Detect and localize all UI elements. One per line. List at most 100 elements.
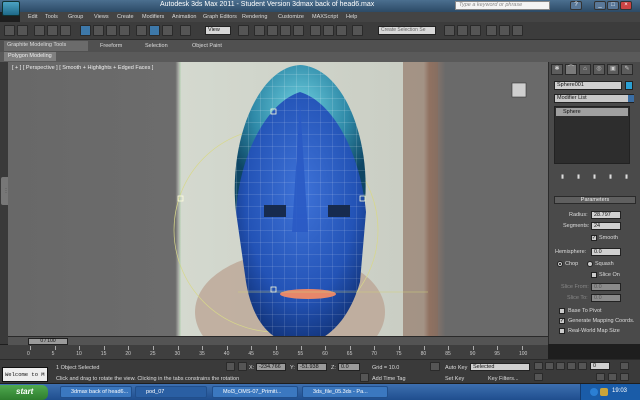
- curve-editor-icon[interactable]: [444, 25, 455, 36]
- smooth-checkbox[interactable]: ✓: [591, 235, 597, 241]
- link-icon[interactable]: [34, 25, 45, 36]
- generate-mapping-checkbox[interactable]: ✓: [559, 318, 565, 324]
- menu-modifiers[interactable]: Modifiers: [142, 14, 164, 20]
- orbit-icon[interactable]: [620, 373, 629, 381]
- maxscript-listener-input[interactable]: Welcome to M: [2, 367, 48, 382]
- select-by-name-icon[interactable]: [93, 25, 104, 36]
- absolute-mode-icon[interactable]: [238, 362, 247, 371]
- hemisphere-input[interactable]: 0.0: [591, 248, 621, 256]
- menu-help[interactable]: Help: [346, 14, 357, 20]
- go-to-start-icon[interactable]: [534, 362, 543, 370]
- tab-graphite-modeling-tools[interactable]: Graphite Modeling Tools: [4, 41, 88, 51]
- help-icon[interactable]: ?: [570, 1, 582, 10]
- taskbar-item-folder[interactable]: pod_07: [135, 386, 207, 398]
- auto-key-button[interactable]: Auto Key: [445, 365, 467, 371]
- perspective-viewport[interactable]: [ + ] [ Perspective ] [ Smooth + Highlig…: [8, 62, 548, 344]
- modify-tab-icon[interactable]: ⌒: [565, 64, 577, 75]
- motion-tab-icon[interactable]: ◎: [593, 64, 605, 75]
- object-name-field[interactable]: Sphere001: [554, 81, 622, 90]
- set-key-button[interactable]: Set Key: [445, 376, 464, 382]
- configure-sets-icon[interactable]: ▮: [625, 174, 628, 180]
- close-button[interactable]: ×: [620, 1, 632, 10]
- taskbar-item-3dsmax[interactable]: 3dmax back of head6...: [60, 386, 132, 398]
- slice-from-input[interactable]: 0.0: [591, 283, 621, 291]
- rect-selection-icon[interactable]: [106, 25, 117, 36]
- zoom-extents-icon[interactable]: [620, 362, 629, 370]
- rotate-icon[interactable]: [149, 25, 160, 36]
- object-color-swatch[interactable]: [625, 81, 633, 90]
- menu-create[interactable]: Create: [117, 14, 134, 20]
- network-icon[interactable]: [590, 388, 598, 396]
- time-config-icon[interactable]: [534, 373, 543, 381]
- lock-selection-icon[interactable]: [226, 362, 235, 371]
- slice-to-input[interactable]: 0.0: [591, 294, 621, 302]
- move-icon[interactable]: [136, 25, 147, 36]
- reference-coord-dropdown[interactable]: View: [205, 26, 231, 35]
- chop-radio[interactable]: [557, 261, 563, 267]
- menu-animation[interactable]: Animation: [172, 14, 196, 20]
- time-slider[interactable]: 0 / 100: [28, 338, 68, 345]
- percent-snap-icon[interactable]: [280, 25, 291, 36]
- menu-tools[interactable]: Tools: [45, 14, 58, 20]
- go-to-end-icon[interactable]: [578, 362, 587, 370]
- polygon-modeling-panel[interactable]: Polygon Modeling: [4, 52, 56, 61]
- taskbar-item-paint[interactable]: 3ds_file_05.3ds - Pa...: [302, 386, 388, 398]
- search-input[interactable]: Type a keyword or phrase: [455, 1, 550, 10]
- key-mode-dropdown[interactable]: Selected: [470, 363, 530, 371]
- next-frame-icon[interactable]: [567, 362, 576, 370]
- start-button[interactable]: start: [0, 385, 48, 400]
- play-icon[interactable]: [556, 362, 565, 370]
- window-crossing-icon[interactable]: [119, 25, 130, 36]
- pan-icon[interactable]: [608, 373, 617, 381]
- tab-selection[interactable]: Selection: [145, 43, 168, 49]
- app-menu-icon[interactable]: [2, 1, 20, 16]
- scale-icon[interactable]: [162, 25, 173, 36]
- show-end-result-icon[interactable]: ▮: [577, 174, 580, 180]
- menu-customize[interactable]: Customize: [278, 14, 304, 20]
- pivot-icon[interactable]: [238, 25, 249, 36]
- utilities-tab-icon[interactable]: ✎: [621, 64, 633, 75]
- volume-icon[interactable]: [600, 388, 608, 396]
- angle-snap-icon[interactable]: [267, 25, 278, 36]
- hierarchy-tab-icon[interactable]: ⌂: [579, 64, 591, 75]
- viewport-label[interactable]: [ + ] [ Perspective ] [ Smooth + Highlig…: [12, 65, 153, 71]
- align-icon[interactable]: [336, 25, 347, 36]
- z-coordinate-field[interactable]: 0.0: [338, 363, 360, 371]
- tab-freeform[interactable]: Freeform: [100, 43, 122, 49]
- mirror-icon[interactable]: [323, 25, 334, 36]
- track-bar[interactable]: 0 5 10 15 20 25 30 35 40 45 50 55 60 65 70 75 80 85 90 95 10…: [0, 345, 548, 359]
- bind-spacewarp-icon[interactable]: [60, 25, 71, 36]
- viewcube-icon[interactable]: [511, 82, 527, 98]
- material-editor-icon[interactable]: [470, 25, 481, 36]
- make-unique-icon[interactable]: ▮: [593, 174, 596, 180]
- menu-maxscript[interactable]: MAXScript: [312, 14, 338, 20]
- rendered-frame-icon[interactable]: [499, 25, 510, 36]
- layer-manager-icon[interactable]: [352, 25, 363, 36]
- current-frame-field[interactable]: 0: [590, 362, 610, 370]
- key-filters-button[interactable]: Key Filters...: [488, 376, 519, 382]
- previous-frame-icon[interactable]: [545, 362, 554, 370]
- select-object-icon[interactable]: [80, 25, 91, 36]
- menu-edit[interactable]: Edit: [28, 14, 37, 20]
- time-slider-track[interactable]: 0 / 100: [8, 336, 548, 345]
- key-icon[interactable]: [430, 362, 440, 371]
- squash-radio[interactable]: [587, 261, 593, 267]
- segments-input[interactable]: 24: [591, 222, 621, 230]
- display-tab-icon[interactable]: ▣: [607, 64, 619, 75]
- menu-group[interactable]: Group: [68, 14, 83, 20]
- radius-input[interactable]: 28.797: [591, 211, 621, 219]
- undo-icon[interactable]: [4, 25, 15, 36]
- redo-icon[interactable]: [17, 25, 28, 36]
- snaps-toggle-icon[interactable]: [254, 25, 265, 36]
- menu-views[interactable]: Views: [94, 14, 109, 20]
- taskbar-item-document[interactable]: Mol3_OMS-07_Primiti...: [212, 386, 298, 398]
- named-selection-icon[interactable]: [310, 25, 321, 36]
- remove-modifier-icon[interactable]: ▮: [609, 174, 612, 180]
- real-world-map-checkbox[interactable]: [559, 328, 565, 334]
- x-coordinate-field[interactable]: -234.766: [256, 363, 286, 371]
- menu-graph-editors[interactable]: Graph Editors: [203, 14, 237, 20]
- pin-stack-icon[interactable]: ▮: [561, 174, 564, 180]
- maximize-button[interactable]: □: [607, 1, 619, 10]
- y-coordinate-field[interactable]: -51.938: [297, 363, 327, 371]
- base-to-pivot-checkbox[interactable]: [559, 308, 565, 314]
